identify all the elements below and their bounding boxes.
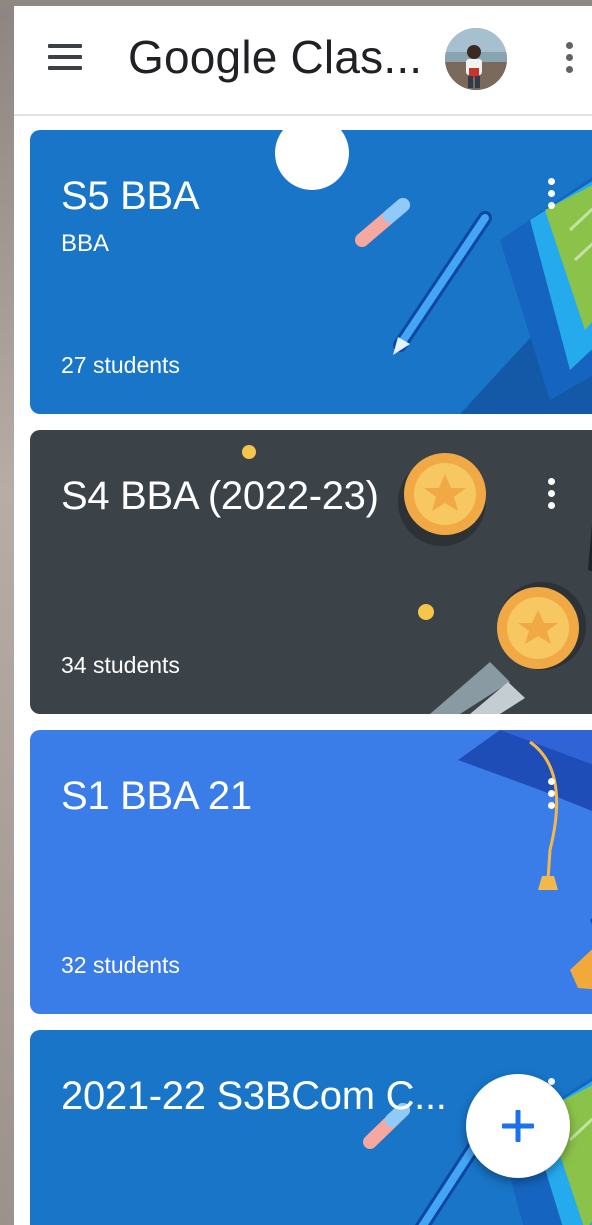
- app-bar: Google Clas...: [14, 6, 592, 116]
- class-more-icon[interactable]: [540, 778, 562, 818]
- student-count: 34 students: [61, 652, 180, 678]
- app-title: Google Clas...: [128, 31, 423, 83]
- class-title: S1 BBA 21: [61, 774, 252, 818]
- hamburger-menu-icon[interactable]: [48, 44, 82, 72]
- class-more-icon[interactable]: [540, 478, 562, 518]
- plus-icon: [502, 1110, 534, 1142]
- screen: Google Clas... S5 BBA BBA 27 students S4…: [14, 6, 592, 1225]
- class-title: 2021-22 S3BCom C...: [61, 1074, 447, 1118]
- student-count: 27 students: [61, 352, 180, 378]
- profile-avatar[interactable]: [445, 28, 507, 90]
- class-card[interactable]: S1 BBA 21 32 students: [30, 730, 592, 1014]
- class-title: S4 BBA (2022-23): [61, 474, 379, 518]
- class-more-icon[interactable]: [540, 178, 562, 218]
- student-count: 32 students: [61, 952, 180, 978]
- class-card[interactable]: S4 BBA (2022-23) 34 students: [30, 430, 592, 714]
- more-vert-icon[interactable]: [558, 42, 580, 80]
- decorative-circle: [275, 116, 349, 190]
- class-section: BBA: [61, 230, 110, 257]
- create-class-fab[interactable]: [466, 1074, 570, 1178]
- class-title: S5 BBA: [61, 174, 200, 218]
- device-frame: [0, 0, 14, 1225]
